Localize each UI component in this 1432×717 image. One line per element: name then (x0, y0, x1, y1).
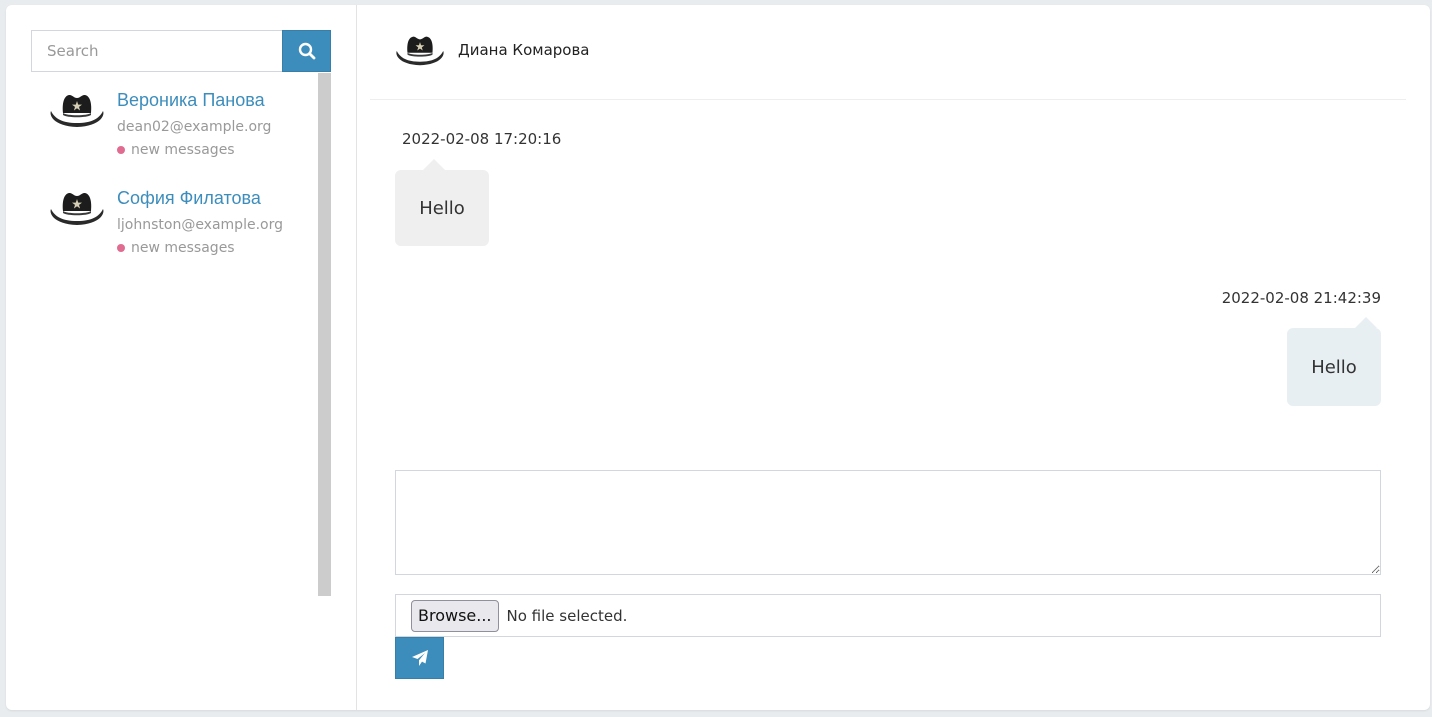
message-timestamp: 2022-02-08 17:20:16 (402, 130, 562, 148)
status-label: new messages (131, 240, 235, 256)
outgoing-message-bubble: Hello (1287, 317, 1381, 406)
chat-card: Вероника Панова dean02@example.org new m… (6, 5, 1430, 710)
incoming-message-bubble: Hello (395, 159, 489, 246)
contact-status: new messages (117, 240, 235, 256)
chat-panel: Диана Комарова 2022-02-08 17:20:16 Hello… (357, 5, 1430, 710)
send-button[interactable] (395, 637, 444, 679)
file-input[interactable]: Browse... No file selected. (395, 594, 1381, 637)
file-status: No file selected. (506, 606, 628, 625)
contact-list: Вероника Панова dean02@example.org new m… (31, 73, 318, 596)
contact-item[interactable]: София Филатова ljohnston@example.org new… (31, 171, 318, 269)
browse-button[interactable]: Browse... (411, 599, 499, 632)
message-timestamp: 2022-02-08 21:42:39 (1221, 289, 1381, 307)
chat-partner-name: Диана Комарова (458, 41, 590, 59)
cowboy-hat-icon (49, 91, 105, 131)
contact-email: dean02@example.org (117, 119, 272, 135)
contact-name[interactable]: Вероника Панова (117, 90, 265, 111)
search-input[interactable] (31, 30, 282, 72)
search-icon (298, 42, 316, 60)
contact-status: new messages (117, 142, 235, 158)
cowboy-hat-icon (395, 33, 445, 69)
contacts-sidebar: Вероника Панова dean02@example.org new m… (6, 5, 357, 710)
search-bar (31, 30, 331, 72)
message-text: Hello (1311, 356, 1357, 378)
message-textarea[interactable] (395, 470, 1381, 575)
contact-item[interactable]: Вероника Панова dean02@example.org new m… (31, 73, 318, 171)
contacts-list-container: Вероника Панова dean02@example.org new m… (31, 73, 331, 596)
status-label: new messages (131, 142, 235, 158)
status-dot (117, 146, 125, 154)
contact-name[interactable]: София Филатова (117, 188, 261, 209)
chat-header: Диана Комарова (370, 5, 1406, 100)
paper-plane-icon (411, 649, 429, 667)
contacts-scrollbar[interactable] (318, 73, 331, 596)
status-dot (117, 244, 125, 252)
contact-email: ljohnston@example.org (117, 217, 283, 233)
cowboy-hat-icon (49, 189, 105, 229)
search-button[interactable] (282, 30, 331, 72)
message-text: Hello (419, 197, 465, 219)
